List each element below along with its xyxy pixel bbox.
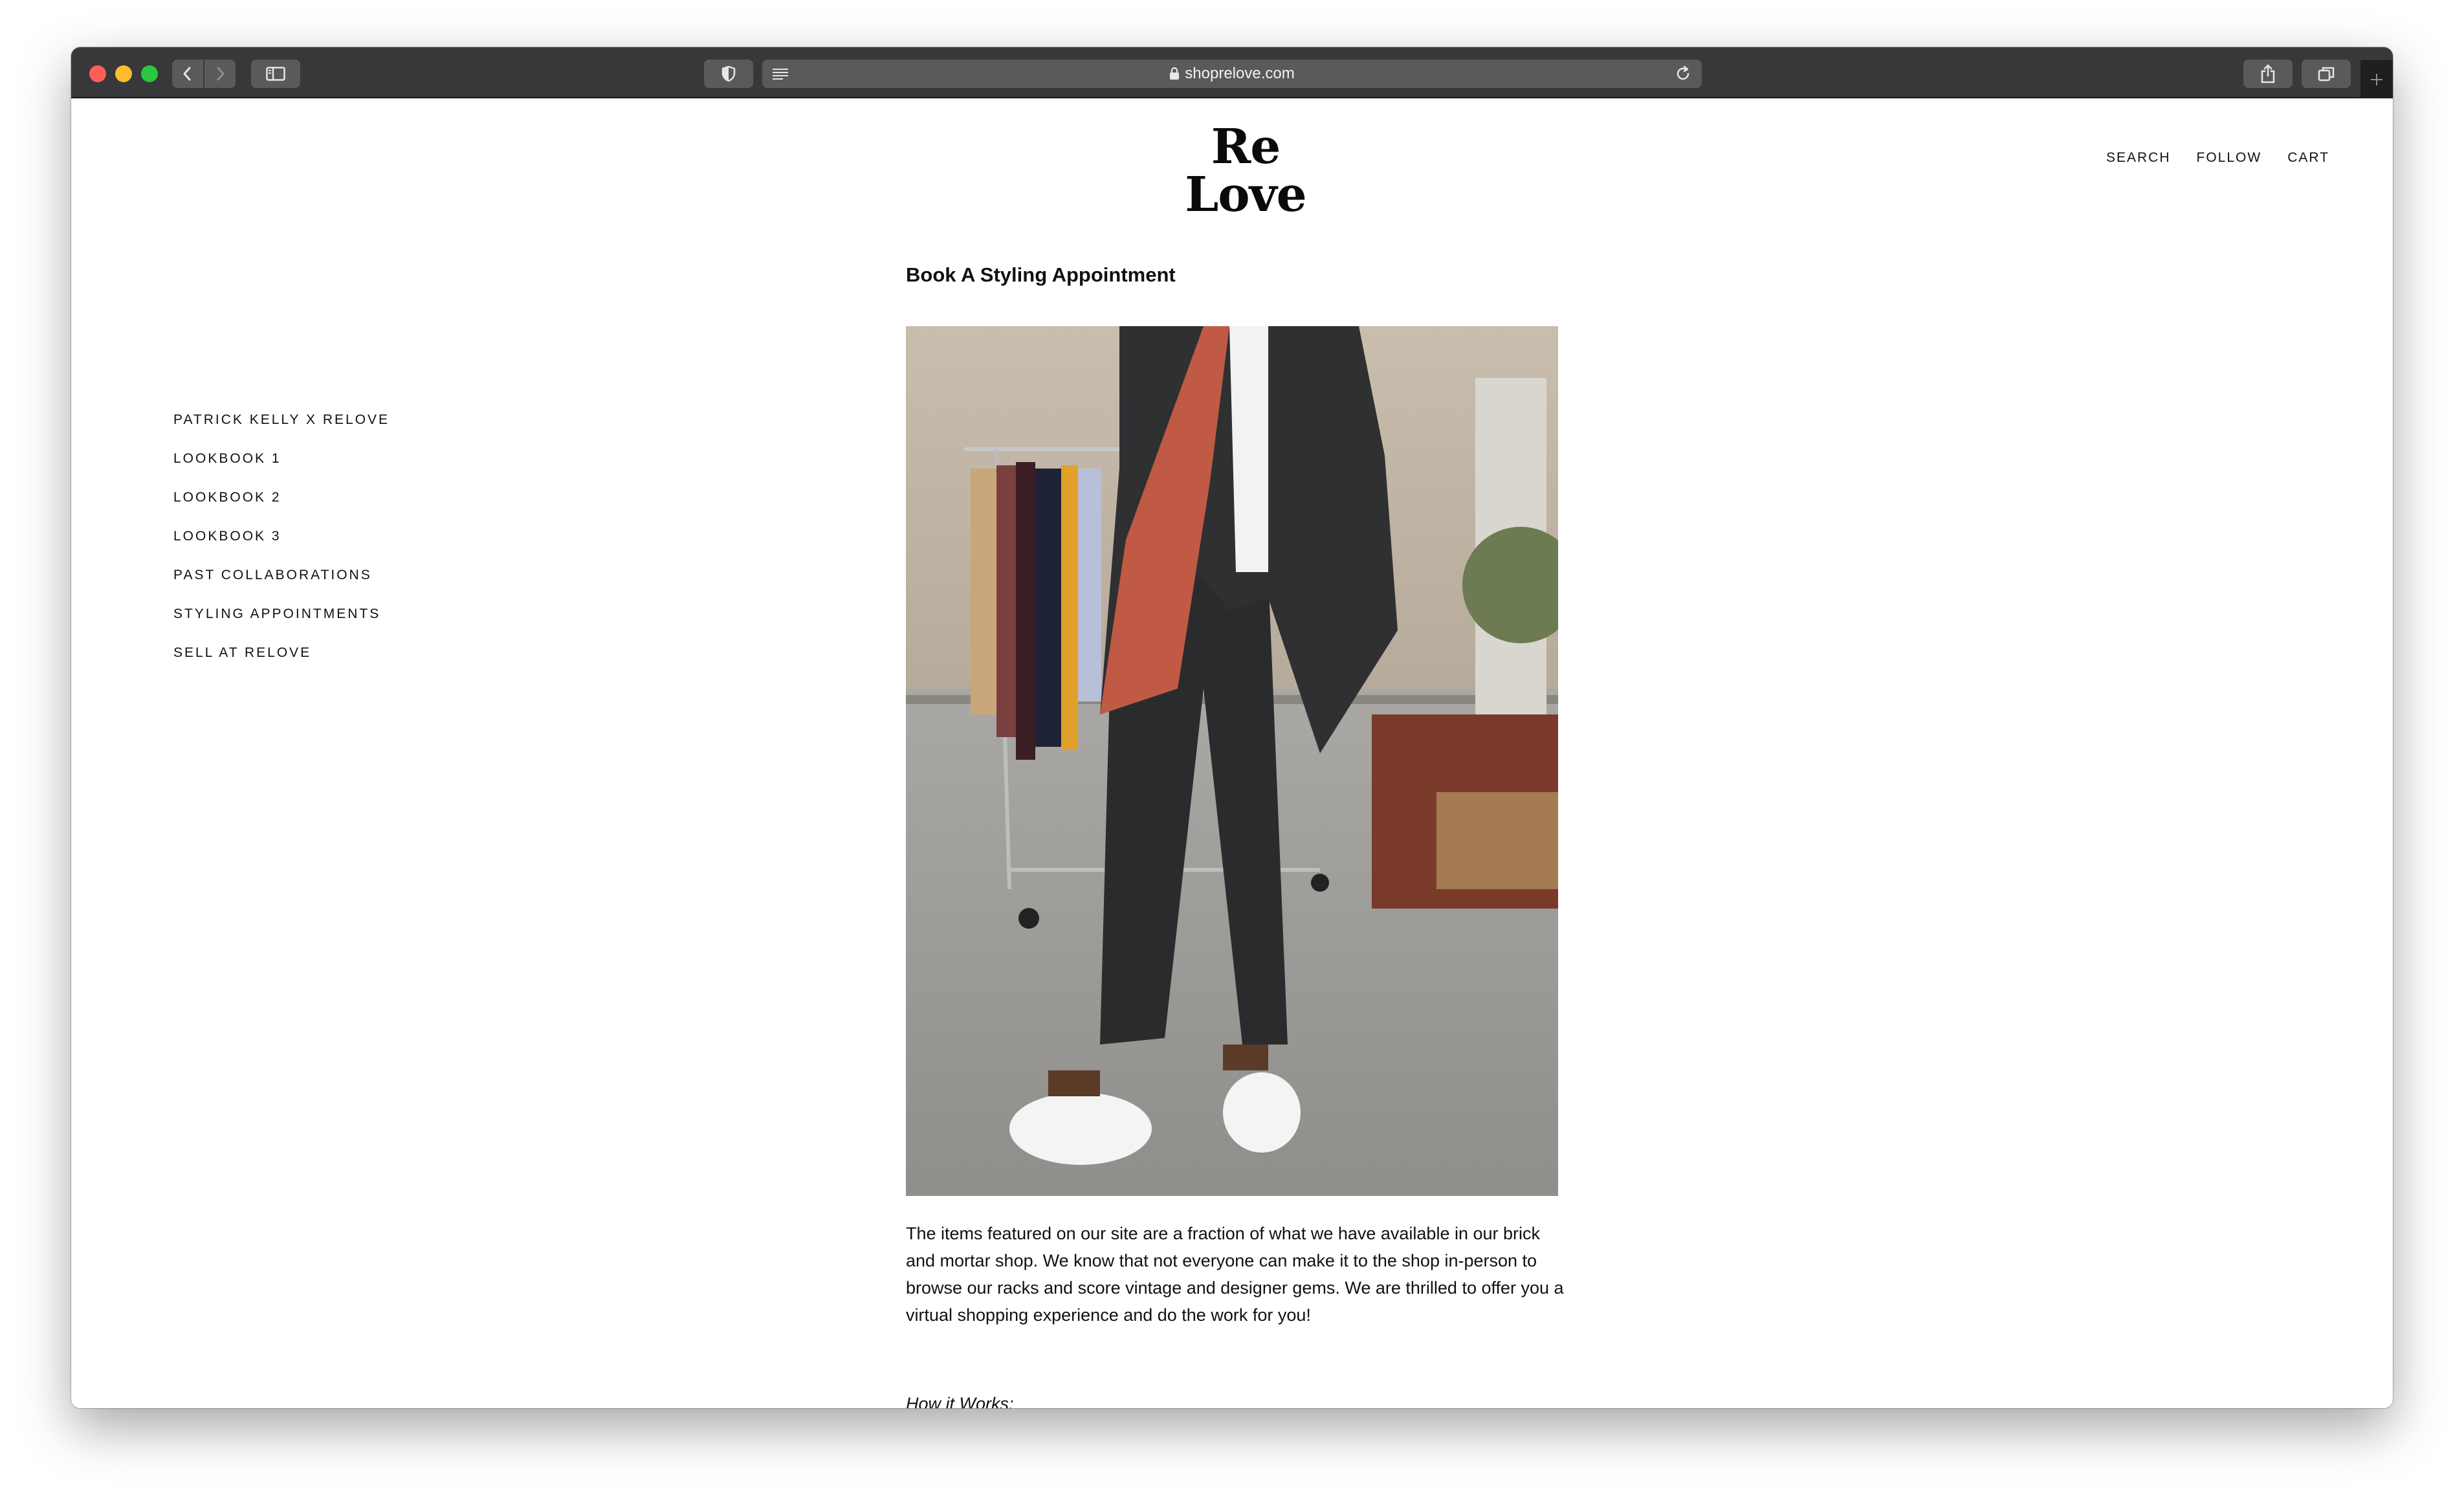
tabs-overview-icon	[2318, 67, 2335, 82]
page-title: Book A Styling Appointment	[906, 263, 1176, 286]
new-tab-button[interactable]	[2360, 60, 2393, 98]
side-nav-styling-appointments[interactable]: STYLING APPOINTMENTS	[173, 606, 390, 645]
browser-window: shoprelove.com Re Love SEARCH FOLLOW CAR…	[71, 47, 2393, 1408]
sidebar-icon	[266, 67, 285, 81]
share-button[interactable]	[2243, 60, 2293, 88]
lock-icon	[1170, 67, 1180, 80]
side-nav: PATRICK KELLY X RELOVE LOOKBOOK 1 LOOKBO…	[173, 412, 390, 683]
reload-icon[interactable]	[1675, 65, 1691, 82]
zoom-window-button[interactable]	[141, 65, 158, 82]
chevron-left-icon	[183, 67, 191, 81]
close-window-button[interactable]	[89, 65, 106, 82]
url-display[interactable]: shoprelove.com	[762, 60, 1702, 88]
url-text: shoprelove.com	[1185, 65, 1295, 82]
search-link[interactable]: SEARCH	[2106, 150, 2171, 166]
minimize-window-button[interactable]	[115, 65, 132, 82]
desktop: shoprelove.com Re Love SEARCH FOLLOW CAR…	[0, 0, 2464, 1504]
side-nav-lookbook-3[interactable]: LOOKBOOK 3	[173, 528, 390, 567]
top-nav: SEARCH FOLLOW CART	[2106, 150, 2329, 166]
site-logo[interactable]: Re Love	[1149, 123, 1343, 219]
plus-icon	[2371, 73, 2382, 85]
follow-link[interactable]: FOLLOW	[2197, 150, 2262, 166]
share-icon	[2261, 64, 2275, 83]
tab-overview-button[interactable]	[2302, 60, 2351, 88]
side-nav-past-collaborations[interactable]: PAST COLLABORATIONS	[173, 567, 390, 606]
shield-icon	[721, 65, 736, 82]
cart-link[interactable]: CART	[2287, 150, 2329, 166]
browser-toolbar: shoprelove.com	[71, 47, 2393, 98]
privacy-report-button[interactable]	[704, 60, 753, 88]
web-page: Re Love SEARCH FOLLOW CART PATRICK KELLY…	[71, 98, 2393, 1408]
styling-photo	[906, 326, 1558, 1196]
side-nav-lookbook-1[interactable]: LOOKBOOK 1	[173, 450, 390, 489]
side-nav-sell-at-relove[interactable]: SELL AT RELOVE	[173, 645, 390, 683]
intro-paragraph: The items featured on our site are a fra…	[906, 1224, 1564, 1325]
back-button[interactable]	[172, 60, 203, 88]
chevron-right-icon	[217, 67, 225, 81]
address-bar[interactable]: shoprelove.com	[762, 60, 1702, 88]
how-it-works-heading: How it Works:	[906, 1394, 1014, 1408]
side-nav-lookbook-2[interactable]: LOOKBOOK 2	[173, 489, 390, 528]
outfit-illustration	[906, 326, 1558, 1196]
forward-button[interactable]	[204, 60, 236, 88]
side-nav-patrick-kelly[interactable]: PATRICK KELLY X RELOVE	[173, 412, 390, 450]
sidebar-toggle-button[interactable]	[251, 60, 300, 88]
